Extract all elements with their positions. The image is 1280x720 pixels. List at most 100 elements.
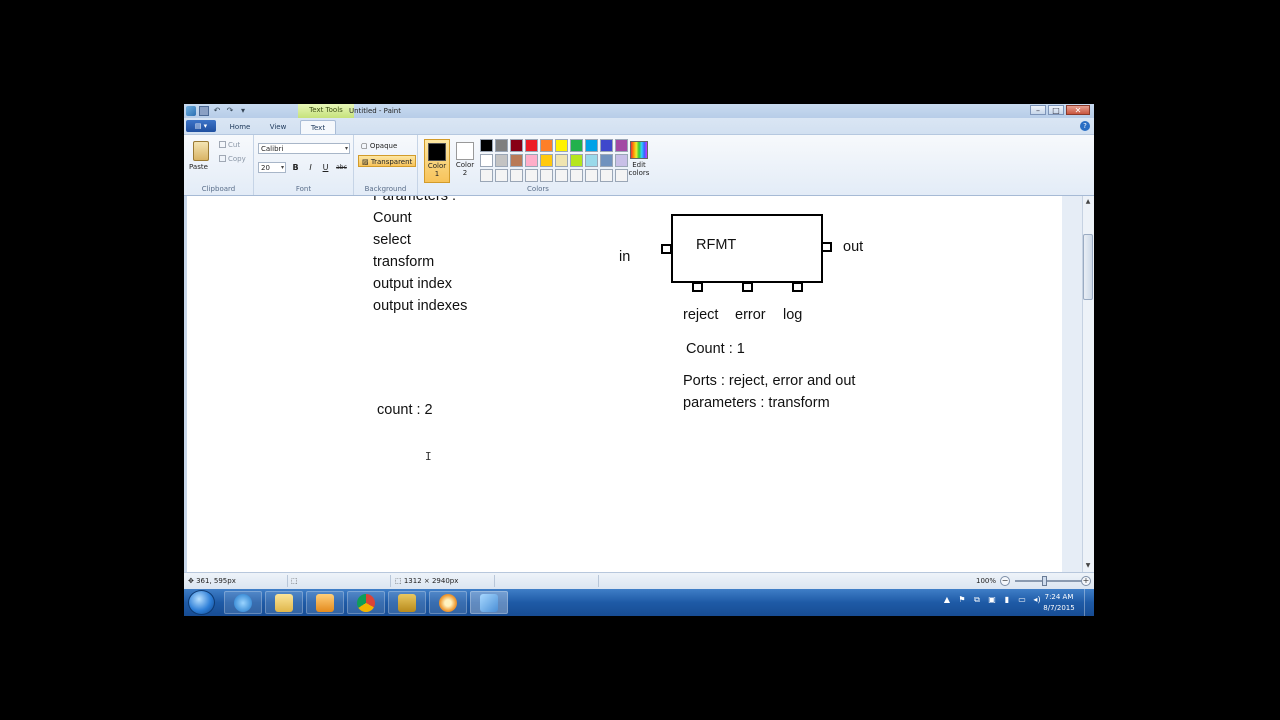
palette-color-swatch[interactable] bbox=[600, 139, 613, 152]
palette-color-swatch[interactable] bbox=[510, 169, 523, 182]
file-explorer-taskbar-button[interactable] bbox=[265, 591, 303, 614]
colors-group: Color 1 Color 2 Edit colors Colors bbox=[418, 135, 658, 195]
palette-color-swatch[interactable] bbox=[525, 154, 538, 167]
palette-color-swatch[interactable] bbox=[570, 169, 583, 182]
devices-icon[interactable]: ▣ bbox=[987, 595, 997, 605]
palette-color-swatch[interactable] bbox=[495, 154, 508, 167]
palette-color-swatch[interactable] bbox=[600, 154, 613, 167]
font-family-select[interactable]: Calibri ▾ bbox=[258, 143, 350, 154]
chrome-taskbar-button[interactable] bbox=[347, 591, 385, 614]
flag-icon[interactable]: ⚑ bbox=[957, 595, 967, 605]
palette-color-swatch[interactable] bbox=[540, 169, 553, 182]
paint-menu-button[interactable]: ▤ ▾ bbox=[186, 120, 216, 132]
palette-color-swatch[interactable] bbox=[510, 139, 523, 152]
palette-color-swatch[interactable] bbox=[570, 154, 583, 167]
palette-color-swatch[interactable] bbox=[510, 154, 523, 167]
font-group: Calibri ▾ 20 ▾ B I U abc Font bbox=[254, 135, 354, 195]
scroll-thumb[interactable] bbox=[1083, 234, 1093, 300]
redo-icon[interactable]: ↷ bbox=[225, 106, 235, 116]
transparent-option[interactable]: ▨ Transparent bbox=[358, 155, 417, 167]
color-palette bbox=[478, 135, 628, 185]
zoom-out-button[interactable]: − bbox=[1000, 576, 1010, 586]
copy-icon bbox=[219, 155, 226, 162]
paste-button[interactable]: Paste bbox=[189, 163, 208, 171]
italic-button[interactable]: I bbox=[304, 161, 317, 173]
canvas-text-output-indexes: output indexes bbox=[373, 298, 468, 314]
media-player-taskbar-button[interactable] bbox=[306, 591, 344, 614]
close-button[interactable]: ✕ bbox=[1066, 105, 1090, 115]
palette-color-swatch[interactable] bbox=[480, 154, 493, 167]
clock-time: 7:24 AM bbox=[1044, 593, 1074, 601]
zoom-in-button[interactable]: + bbox=[1081, 576, 1091, 586]
folder-icon bbox=[275, 593, 293, 612]
font-size-select[interactable]: 20 ▾ bbox=[258, 162, 286, 173]
bold-button[interactable]: B bbox=[289, 161, 302, 173]
paint-app-icon[interactable] bbox=[186, 106, 196, 116]
display-icon[interactable]: ▭ bbox=[1017, 595, 1027, 605]
palette-color-swatch[interactable] bbox=[495, 169, 508, 182]
opaque-option[interactable]: ▢ Opaque bbox=[358, 140, 400, 152]
zoom-slider-thumb[interactable] bbox=[1042, 576, 1047, 586]
palette-color-swatch[interactable] bbox=[540, 139, 553, 152]
show-hidden-icons-icon[interactable]: ▲ bbox=[942, 595, 952, 605]
color-1-button[interactable]: Color 1 bbox=[424, 139, 450, 183]
drawing-canvas[interactable]: Parameters : Count select transform outp… bbox=[187, 196, 1062, 572]
edit-colors-button[interactable]: Edit colors bbox=[626, 141, 652, 177]
palette-color-swatch[interactable] bbox=[585, 169, 598, 182]
paint-window: ↶ ↷ ▾ Text Tools Untitled - Paint – □ ✕ … bbox=[184, 104, 1094, 616]
underline-button[interactable]: U bbox=[319, 161, 332, 173]
selection-size-icon: ⬚ bbox=[291, 577, 298, 585]
flower-app-taskbar-button[interactable] bbox=[429, 591, 467, 614]
palette-color-swatch[interactable] bbox=[525, 139, 538, 152]
paste-icon[interactable] bbox=[193, 141, 209, 161]
color-1-swatch bbox=[428, 143, 446, 161]
save-icon[interactable] bbox=[199, 106, 209, 116]
palette-color-swatch[interactable] bbox=[585, 154, 598, 167]
strikethrough-button[interactable]: abc bbox=[334, 161, 349, 173]
cut-button[interactable]: Cut bbox=[219, 141, 240, 149]
minimize-button[interactable]: – bbox=[1030, 105, 1046, 115]
zoom-slider[interactable] bbox=[1015, 580, 1083, 582]
clipboard-group: Paste Cut Copy Clipboard bbox=[184, 135, 254, 195]
palette-color-swatch[interactable] bbox=[480, 139, 493, 152]
scroll-up-icon[interactable]: ▲ bbox=[1083, 197, 1093, 207]
palette-color-swatch[interactable] bbox=[555, 169, 568, 182]
network-icon[interactable]: ⧉ bbox=[972, 595, 982, 605]
scroll-down-icon[interactable]: ▼ bbox=[1083, 561, 1093, 571]
internet-explorer-taskbar-button[interactable] bbox=[224, 591, 262, 614]
start-button[interactable] bbox=[188, 590, 215, 615]
app-taskbar-button[interactable] bbox=[388, 591, 426, 614]
palette-color-swatch[interactable] bbox=[570, 139, 583, 152]
show-desktop-button[interactable] bbox=[1084, 589, 1094, 616]
tab-home[interactable]: Home bbox=[224, 120, 256, 134]
battery-icon[interactable]: ▮ bbox=[1002, 595, 1012, 605]
customize-qat-icon[interactable]: ▾ bbox=[238, 106, 248, 116]
tab-view[interactable]: View bbox=[262, 120, 294, 134]
canvas-size: ⬚ 1312 × 2940px bbox=[395, 577, 459, 585]
maximize-button[interactable]: □ bbox=[1048, 105, 1064, 115]
clock[interactable]: 7:24 AM 8/7/2015 bbox=[1039, 592, 1079, 614]
palette-color-swatch[interactable] bbox=[495, 139, 508, 152]
media-player-icon bbox=[316, 593, 334, 612]
palette-color-swatch[interactable] bbox=[525, 169, 538, 182]
color-2-button[interactable]: Color 2 bbox=[452, 139, 478, 183]
palette-color-swatch[interactable] bbox=[555, 139, 568, 152]
vertical-scrollbar[interactable]: ▲ ▼ bbox=[1062, 196, 1094, 572]
palette-color-swatch[interactable] bbox=[480, 169, 493, 182]
internet-explorer-icon bbox=[234, 593, 252, 612]
tab-text[interactable]: Text bbox=[300, 120, 336, 134]
clock-date: 8/7/2015 bbox=[1043, 604, 1075, 612]
app-icon bbox=[398, 593, 416, 612]
paint-taskbar-button[interactable] bbox=[470, 591, 508, 614]
undo-icon[interactable]: ↶ bbox=[212, 106, 222, 116]
status-bar: ✥ 361, 595px ⬚ ⬚ 1312 × 2940px 100% − + bbox=[184, 572, 1094, 589]
copy-button[interactable]: Copy bbox=[219, 155, 246, 163]
rfmt-label: RFMT bbox=[696, 237, 737, 253]
palette-color-swatch[interactable] bbox=[600, 169, 613, 182]
reject-port bbox=[692, 282, 703, 292]
palette-color-swatch[interactable] bbox=[540, 154, 553, 167]
help-icon[interactable]: ? bbox=[1080, 121, 1090, 131]
ribbon-tabs: ▤ ▾ Home View Text ? bbox=[184, 118, 1094, 134]
palette-color-swatch[interactable] bbox=[585, 139, 598, 152]
palette-color-swatch[interactable] bbox=[555, 154, 568, 167]
